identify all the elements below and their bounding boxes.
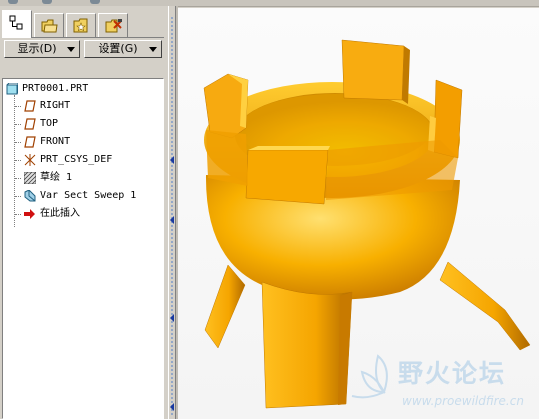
chevron-down-icon [149, 47, 157, 52]
sweep-icon [24, 190, 36, 202]
toolbar-edge-icon[interactable] [8, 0, 18, 4]
model-tree-icon [9, 15, 23, 30]
tree-connector [15, 196, 21, 197]
tree-item-label: RIGHT [40, 100, 71, 111]
show-dropdown[interactable]: 显示(D) [4, 40, 80, 58]
collapse-arrow-icon[interactable] [170, 216, 174, 224]
tab-favorites[interactable] [66, 13, 96, 37]
datum-plane-icon [24, 118, 36, 130]
datum-plane-icon [24, 100, 36, 112]
toolbar-edge-icon[interactable] [90, 0, 100, 4]
navigator-panel: 显示(D) 设置(G) PRT0001.PRT RIGHT TOP FRONT … [0, 6, 168, 419]
toolbar-edge-icon[interactable] [42, 0, 52, 4]
part-icon [6, 83, 18, 95]
tree-connector [15, 160, 21, 161]
favorites-icon [73, 18, 88, 33]
show-dropdown-label: 显示(D) [17, 42, 57, 55]
coordinate-system-icon [24, 154, 36, 166]
tree-connector [15, 178, 21, 179]
settings-dropdown[interactable]: 设置(G) [84, 40, 162, 58]
collapse-arrow-icon[interactable] [170, 403, 174, 411]
tree-connector [15, 142, 21, 143]
watermark-url: www.proewildfire.cn [402, 394, 524, 408]
collapse-arrow-icon[interactable] [170, 156, 174, 164]
navigator-tabs [2, 10, 162, 38]
panel-splitter[interactable] [168, 6, 176, 419]
tree-connector [15, 106, 21, 107]
chevron-down-icon [67, 47, 75, 52]
watermark-title: 野火论坛 [398, 359, 507, 388]
tree-connector [15, 124, 21, 125]
datum-plane-icon [24, 136, 36, 148]
tree-item-label: 草绘 1 [40, 172, 73, 183]
tree-item-label: 在此插入 [40, 208, 80, 219]
tree-guide-line [14, 95, 15, 227]
connections-icon [105, 19, 122, 33]
tree-root-label: PRT0001.PRT [22, 83, 89, 94]
tree-item-label: Var Sect Sweep 1 [40, 190, 137, 201]
model-tree: PRT0001.PRT RIGHT TOP FRONT PRT_CSYS_DEF… [2, 78, 164, 419]
tree-item-label: PRT_CSYS_DEF [40, 154, 113, 165]
tab-model-tree[interactable] [2, 10, 32, 38]
tree-item-label: TOP [40, 118, 59, 129]
tab-folder-browser[interactable] [34, 13, 64, 37]
settings-dropdown-label: 设置(G) [98, 42, 138, 55]
tree-connector [15, 214, 21, 215]
collapse-arrow-icon[interactable] [170, 314, 174, 322]
tree-item-label: FRONT [40, 136, 71, 147]
folder-icon [41, 19, 58, 33]
sketch-icon [24, 172, 36, 184]
insert-here-arrow-icon [24, 209, 35, 219]
tab-connections[interactable] [98, 13, 128, 37]
